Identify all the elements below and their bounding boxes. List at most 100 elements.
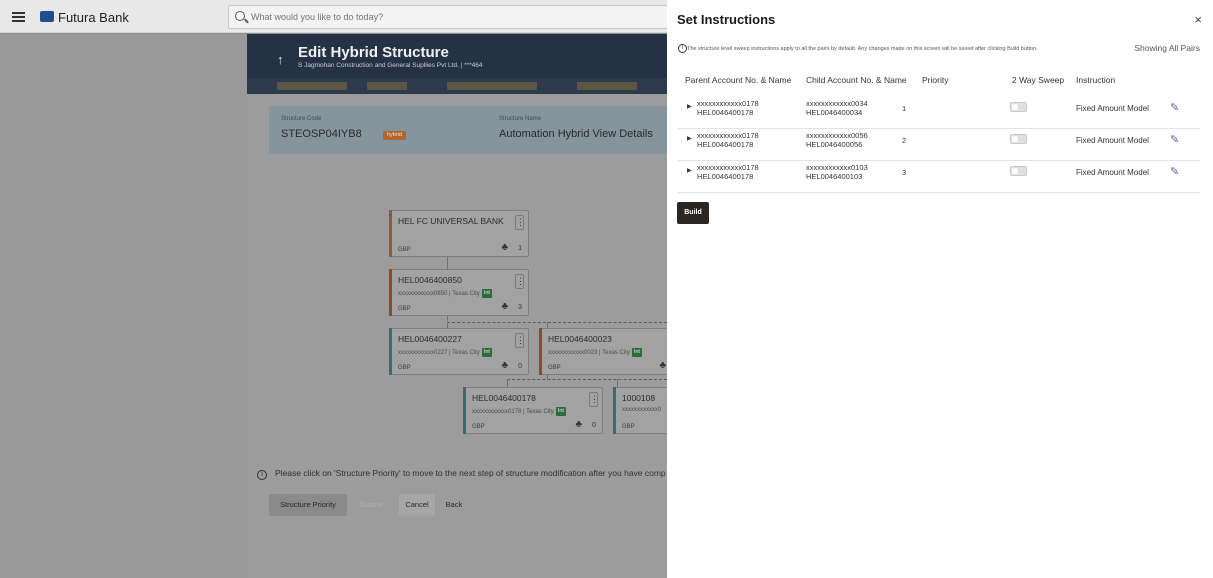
two-way-sweep-toggle[interactable] (1010, 102, 1027, 112)
hierarchy-icon[interactable]: ♣ (501, 301, 508, 312)
node-accent (389, 210, 392, 257)
tree-node[interactable]: HEL FC UNIVERSAL BANK ⋮ GBP ♣ 1 (389, 210, 529, 257)
structure-name: Automation Hybrid View Details (499, 128, 653, 140)
node-child-count: 3 (518, 304, 522, 311)
parent-name: HEL0046400178 (697, 140, 754, 149)
node-subtitle: xxxxxxxxxxxx0178 | Texas City Int (472, 407, 566, 416)
node-account-location: xxxxxxxxxxxx0178 | Texas City (472, 409, 554, 416)
node-subtitle: xxxxxxxxxxxx0 (622, 407, 662, 413)
node-title: HEL FC UNIVERSAL BANK (398, 216, 504, 226)
column-header-instruction: Instruction (1076, 75, 1116, 85)
node-currency: GBP (472, 424, 485, 430)
column-header-child: Child Account No. & Name (806, 75, 907, 85)
node-accent (389, 328, 392, 375)
child-name: HEL0046400034 (806, 108, 863, 117)
node-account-location: xxxxxxxxxxxx0227 | Texas City (398, 350, 480, 357)
parent-name: HEL0046400178 (697, 108, 754, 117)
node-subtitle: xxxxxxxxxxxx0850 | Texas City Int (398, 289, 492, 298)
int-badge: Int (631, 348, 642, 357)
node-currency: GBP (398, 365, 411, 371)
page-title: Edit Hybrid Structure (298, 44, 449, 61)
priority-value: 3 (902, 168, 907, 177)
footer-info-text: Please click on 'Structure Priority' to … (275, 468, 666, 478)
column-header-two-way-sweep: 2 Way Sweep (1012, 75, 1065, 85)
decorative-band (247, 78, 667, 94)
child-account: xxxxxxxxxxxx0056 (806, 131, 868, 140)
kebab-icon[interactable]: ⋮ (515, 274, 525, 289)
tree-connector (617, 379, 618, 387)
pencil-icon[interactable]: ✎ (1170, 165, 1179, 178)
parent-account: xxxxxxxxxxxx0178 (697, 99, 759, 108)
child-account: xxxxxxxxxxxx0103 (806, 163, 868, 172)
tree-node[interactable]: HEL0046400178 xxxxxxxxxxxx0178 | Texas C… (463, 387, 603, 434)
instruction-value: Fixed Amount Model (1076, 136, 1149, 145)
node-account-location: xxxxxxxxxxxx0850 | Texas City (398, 291, 480, 298)
priority-value: 2 (902, 136, 907, 145)
node-title: HEL0046400023 (548, 334, 612, 344)
pencil-icon[interactable]: ✎ (1170, 133, 1179, 146)
tree-connector (447, 257, 448, 269)
table-row: ▶ xxxxxxxxxxxx0178 HEL0046400178 xxxxxxx… (677, 158, 1200, 193)
close-icon[interactable]: × (1194, 12, 1202, 27)
caret-right-icon[interactable]: ▶ (687, 103, 692, 110)
node-accent (613, 387, 616, 434)
arrow-up-icon[interactable]: ↑ (277, 52, 284, 67)
node-accent (539, 328, 542, 375)
table-row: ▶ xxxxxxxxxxxx0178 HEL0046400178 xxxxxxx… (677, 94, 1200, 129)
tree-node[interactable]: HEL0046400850 xxxxxxxxxxxx0850 | Texas C… (389, 269, 529, 316)
node-child-count: 0 (592, 422, 596, 429)
tree-node[interactable]: HEL0046400023 xxxxxxxxxxxx0023 | Texas C… (539, 328, 679, 375)
hierarchy-icon[interactable]: ♣ (575, 419, 582, 430)
int-badge: Int (481, 348, 492, 357)
hybrid-badge: hybrid (383, 131, 406, 140)
node-title: HEL0046400850 (398, 275, 462, 285)
sidebar (0, 34, 247, 578)
two-way-sweep-toggle[interactable] (1010, 166, 1027, 176)
main-content: ↑ Edit Hybrid Structure S Jagmohan Const… (247, 34, 753, 578)
child-account: xxxxxxxxxxxx0034 (806, 99, 868, 108)
pencil-icon[interactable]: ✎ (1170, 101, 1179, 114)
node-currency: GBP (398, 247, 411, 253)
search-input[interactable] (251, 9, 651, 25)
node-title: 1000108 (622, 393, 656, 403)
hamburger-icon[interactable] (12, 12, 25, 22)
table-row: ▶ xxxxxxxxxxxx0178 HEL0046400178 xxxxxxx… (677, 126, 1200, 161)
child-name: HEL0046400056 (806, 140, 863, 149)
tree-node[interactable]: HEL0046400227 xxxxxxxxxxxx0227 | Texas C… (389, 328, 529, 375)
build-button[interactable]: Build (677, 202, 709, 224)
node-title: HEL0046400178 (472, 393, 536, 403)
submit-button[interactable]: Submit (353, 494, 389, 516)
search-icon (235, 11, 245, 21)
tree-connector (447, 322, 667, 323)
structure-code-label: Structure Code (281, 116, 322, 122)
int-badge: Int (481, 289, 492, 298)
node-child-count: 1 (518, 245, 522, 252)
structure-name-label: Structure Name (499, 116, 542, 122)
instruction-value: Fixed Amount Model (1076, 168, 1149, 177)
hierarchy-icon[interactable]: ♣ (501, 242, 508, 253)
structure-priority-button[interactable]: Structure Priority (269, 494, 347, 516)
page-header: ↑ Edit Hybrid Structure S Jagmohan Const… (247, 34, 667, 78)
hierarchy-icon[interactable]: ♣ (659, 360, 666, 371)
search-box[interactable] (228, 5, 668, 29)
back-button[interactable]: Back (439, 494, 469, 516)
kebab-icon[interactable]: ⋮ (515, 215, 525, 230)
hierarchy-icon[interactable]: ♣ (501, 360, 508, 371)
cancel-button[interactable]: Cancel (399, 494, 435, 516)
caret-right-icon[interactable]: ▶ (687, 167, 692, 174)
drawer-info-text: The structure level sweep instructions a… (687, 46, 1038, 52)
kebab-icon[interactable]: ⋮ (589, 392, 599, 407)
kebab-icon[interactable]: ⋮ (515, 333, 525, 348)
node-currency: GBP (622, 424, 635, 430)
brand-name: Futura Bank (58, 10, 129, 25)
tree-connector (507, 379, 667, 380)
column-header-parent: Parent Account No. & Name (685, 75, 792, 85)
node-currency: GBP (548, 365, 561, 371)
set-instructions-drawer: Set Instructions × i The structure level… (667, 0, 1213, 578)
node-account-location: xxxxxxxxxxxx0023 | Texas City (548, 350, 630, 357)
two-way-sweep-toggle[interactable] (1010, 134, 1027, 144)
node-accent (389, 269, 392, 316)
footer-info: i Please click on 'Structure Priority' to… (257, 468, 666, 480)
parent-name: HEL0046400178 (697, 172, 754, 181)
caret-right-icon[interactable]: ▶ (687, 135, 692, 142)
